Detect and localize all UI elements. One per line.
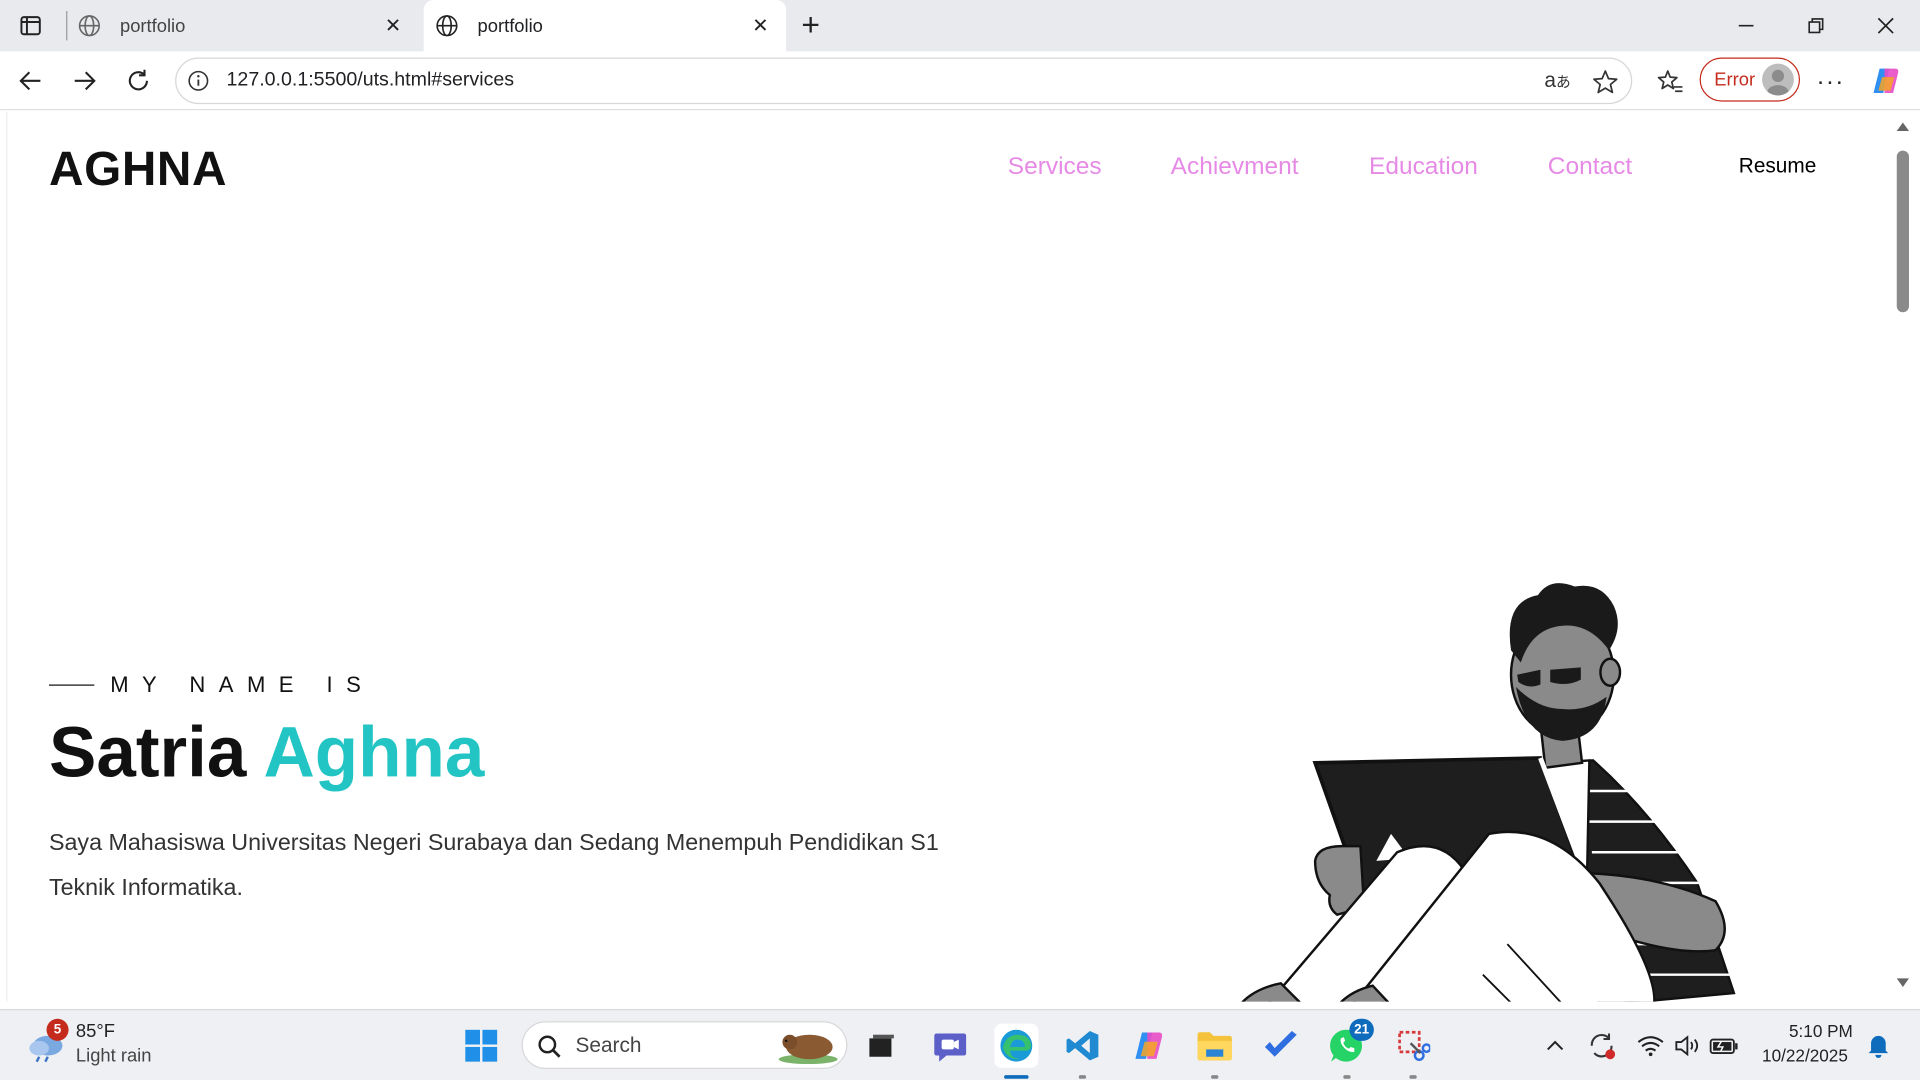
volume-icon[interactable] (1668, 1024, 1707, 1068)
tab-portfolio-active[interactable]: portfolio ✕ (423, 0, 787, 52)
favorites-icon[interactable] (1654, 66, 1686, 98)
hero-illustration (1241, 583, 1736, 1002)
nav-link-services[interactable]: Services (1008, 153, 1102, 181)
vscode-icon[interactable] (1060, 1024, 1104, 1068)
start-windows-icon[interactable] (459, 1024, 503, 1068)
close-tab-icon[interactable]: ✕ (747, 12, 774, 39)
running-indicator (1078, 1075, 1087, 1079)
minimize-icon[interactable] (1731, 12, 1760, 39)
tab-actions-icon[interactable] (17, 12, 44, 39)
read-aloud-icon[interactable]: aあ (1543, 67, 1572, 94)
search-icon (536, 1033, 563, 1060)
weather-widget[interactable]: 5 85°F Light rain (0, 1010, 171, 1080)
edge-active-indicator (1004, 1075, 1029, 1079)
copilot-app-icon[interactable] (1127, 1024, 1171, 1068)
hero-name: Satria Aghna (49, 711, 484, 793)
more-options-icon[interactable]: ··· (1815, 66, 1847, 98)
notification-bell-icon[interactable] (1859, 1024, 1898, 1068)
edge-browser-icon[interactable] (994, 1023, 1039, 1068)
hero-last-name: Aghna (263, 712, 485, 793)
kicker-text: MY NAME IS (110, 672, 375, 697)
clock-date: 10/22/2025 (1762, 1045, 1848, 1066)
chevron-up-icon[interactable] (1536, 1024, 1575, 1068)
refresh-icon[interactable] (121, 64, 155, 98)
clock-time: 5:10 PM (1788, 1021, 1853, 1041)
address-bar[interactable]: 127.0.0.1:5500/uts.html#services aあ (175, 57, 1633, 105)
wifi-icon[interactable] (1631, 1024, 1670, 1068)
taskbar-search[interactable]: Search (521, 1021, 848, 1069)
profile-status-label: Error (1714, 69, 1756, 91)
nav-link-achievment[interactable]: Achievment (1171, 153, 1299, 181)
site-info-icon[interactable] (186, 69, 210, 93)
nav-link-contact[interactable]: Contact (1548, 153, 1632, 181)
file-explorer-icon[interactable] (1193, 1024, 1237, 1068)
hero-first-name: Satria (48, 712, 247, 793)
whatsapp-badge: 21 (1349, 1018, 1374, 1041)
tab-title: portfolio (477, 15, 543, 37)
snipping-tool-icon[interactable] (1391, 1024, 1435, 1068)
clock[interactable]: 5:10 PM 10/22/2025 (1751, 1010, 1861, 1080)
close-tab-icon[interactable]: ✕ (380, 12, 407, 39)
hero-description: Saya Mahasiswa Universitas Negeri Suraba… (48, 830, 939, 902)
running-indicator (1409, 1075, 1417, 1079)
tab-title: portfolio (120, 15, 186, 37)
search-highlight-icon (775, 1027, 841, 1065)
globe-icon (76, 12, 103, 39)
taskbar: 5 85°F Light rain Search 21 5:10 PM 10/2… (0, 1008, 1920, 1080)
todo-check-icon[interactable] (1259, 1024, 1303, 1068)
scroll-up-icon[interactable] (1896, 119, 1911, 134)
back-icon[interactable] (13, 64, 47, 98)
url-text[interactable]: 127.0.0.1:5500/uts.html#services (227, 70, 515, 92)
teams-meet-icon[interactable] (928, 1024, 972, 1068)
site-logo[interactable]: AGHNA (49, 143, 227, 197)
weather-badge: 5 (46, 1018, 69, 1041)
close-window-icon[interactable] (1871, 12, 1900, 39)
running-indicator (1211, 1075, 1219, 1079)
tab-divider (66, 11, 68, 41)
scroll-down-icon[interactable] (1896, 976, 1911, 991)
globe-icon (433, 12, 460, 39)
weather-desc: Light rain (75, 1045, 152, 1067)
favorite-star-icon[interactable] (1591, 67, 1620, 96)
page-scrollbar[interactable] (1893, 111, 1913, 1002)
address-bar-row: 127.0.0.1:5500/uts.html#services aあ Erro… (0, 51, 1920, 111)
forward-icon[interactable] (67, 64, 101, 98)
resume-link[interactable]: Resume (1739, 154, 1817, 178)
nav-link-education[interactable]: Education (1369, 153, 1478, 181)
tab-bar: portfolio ✕ portfolio ✕ + (0, 0, 1920, 52)
restore-icon[interactable] (1801, 12, 1830, 39)
copilot-icon[interactable] (1869, 64, 1903, 98)
sync-status-icon[interactable] (1582, 1024, 1621, 1068)
kicker-line (48, 684, 95, 687)
page-viewport: AGHNA Services Achievment Education Cont… (6, 111, 1894, 1002)
profile-error-button[interactable]: Error (1699, 57, 1801, 102)
tab-portfolio-inactive[interactable]: portfolio ✕ (73, 0, 418, 51)
hero-kicker: MY NAME IS (48, 672, 375, 698)
battery-icon[interactable] (1705, 1024, 1744, 1068)
search-label: Search (575, 1033, 642, 1057)
screen: portfolio ✕ portfolio ✕ + 127.0.0.1:5500… (0, 0, 1920, 1080)
weather-temp: 85°F (75, 1021, 115, 1043)
new-tab-icon[interactable]: + (796, 6, 825, 43)
scrollbar-thumb[interactable] (1896, 150, 1909, 313)
avatar (1762, 63, 1794, 96)
task-view-icon[interactable] (860, 1024, 904, 1068)
running-indicator (1343, 1075, 1351, 1079)
